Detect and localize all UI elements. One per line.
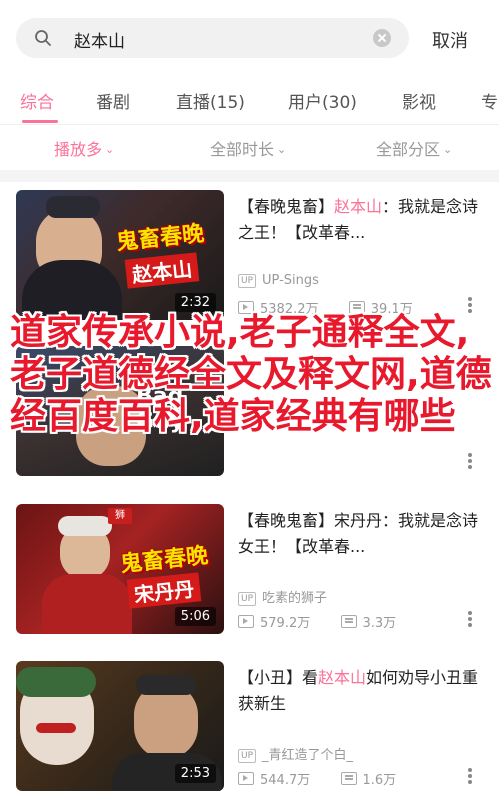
thumb-subtitle: 宋丹丹 [126,572,202,609]
video-card[interactable]: 狮 鬼畜春晚 宋丹丹 5:06 【春晚鬼畜】宋丹丹：我就是念诗女王！【改革春..… [0,504,499,654]
video-thumbnail[interactable]: 2:53 [16,661,224,791]
tab-live[interactable]: 直播(15) [176,88,245,113]
filter-sort[interactable]: 播放多 ⌄ [54,136,114,160]
chevron-down-icon: ⌄ [105,143,115,156]
chevron-down-icon: ⌄ [443,143,453,156]
video-title[interactable]: 【春晚鬼畜】宋丹丹：我就是念诗女王！【改革春... [238,508,483,560]
tab-bangumi[interactable]: 番剧 [96,88,130,113]
video-title[interactable]: 【小丑】看赵本山如何劝导小丑重获新生 [238,665,483,717]
section-divider [0,170,499,182]
video-title[interactable]: 【春晚鬼畜】赵本山：我就是念诗之王！【改革春... [238,194,483,246]
overlay-caption: 道家传承小说,老子通释全文,老子道德经全文及释文网,道德经百度百科,道家经典有哪… [10,312,492,437]
tab-users[interactable]: 用户(30) [288,88,357,113]
uploader[interactable]: UP _青红造了个白_ [238,744,353,763]
video-thumbnail[interactable]: 鬼畜春晚 赵本山 2:32 [16,190,224,320]
play-count-icon [238,615,254,628]
view-count: 544.7万 [260,773,311,788]
chevron-down-icon: ⌄ [277,143,287,156]
uploader[interactable]: UP 吃素的狮子 [238,587,327,606]
danmaku-icon [340,772,357,785]
video-duration: 2:32 [174,293,216,312]
cancel-button[interactable]: 取消 [432,27,468,53]
danmaku-count: 3.3万 [362,616,397,631]
video-duration: 2:53 [174,764,216,783]
video-duration: 5:06 [174,607,216,626]
up-icon: UP [238,274,257,288]
video-card[interactable]: 2:53 【小丑】看赵本山如何劝导小丑重获新生 UP _青红造了个白_ 544.7… [0,661,499,811]
up-icon: UP [238,749,257,763]
more-icon[interactable] [468,767,474,785]
search-query: 赵本山 [74,32,125,52]
video-stats: 579.2万 3.3万 [238,612,396,631]
view-count: 579.2万 [260,616,311,631]
channel-badge: 狮 [108,508,132,524]
search-input[interactable]: 赵本山 [16,18,409,58]
clear-icon[interactable] [373,29,391,47]
more-icon[interactable] [468,452,474,470]
tab-underline [22,120,58,123]
danmaku-count: 1.6万 [362,773,397,788]
thumb-subtitle: 赵本山 [124,252,200,289]
video-thumbnail[interactable]: 狮 鬼畜春晚 宋丹丹 5:06 [16,504,224,634]
thumb-title: 鬼畜春晚 [115,221,206,256]
filter-zone[interactable]: 全部分区 ⌄ [376,136,452,160]
tab-movies[interactable]: 影视 [402,88,436,113]
search-icon [35,30,51,46]
play-count-icon [238,772,254,785]
uploader[interactable]: UP UP-Sings [238,273,319,288]
filter-duration[interactable]: 全部时长 ⌄ [210,136,286,160]
more-icon[interactable] [468,610,474,628]
danmaku-icon [340,615,357,628]
tab-special[interactable]: 专 [481,88,498,113]
up-icon: UP [238,592,257,606]
tab-all[interactable]: 综合 [20,88,54,113]
search-tabs: 综合 番剧 直播(15) 用户(30) 影视 专 [0,84,499,125]
video-stats: 544.7万 1.6万 [238,769,396,788]
